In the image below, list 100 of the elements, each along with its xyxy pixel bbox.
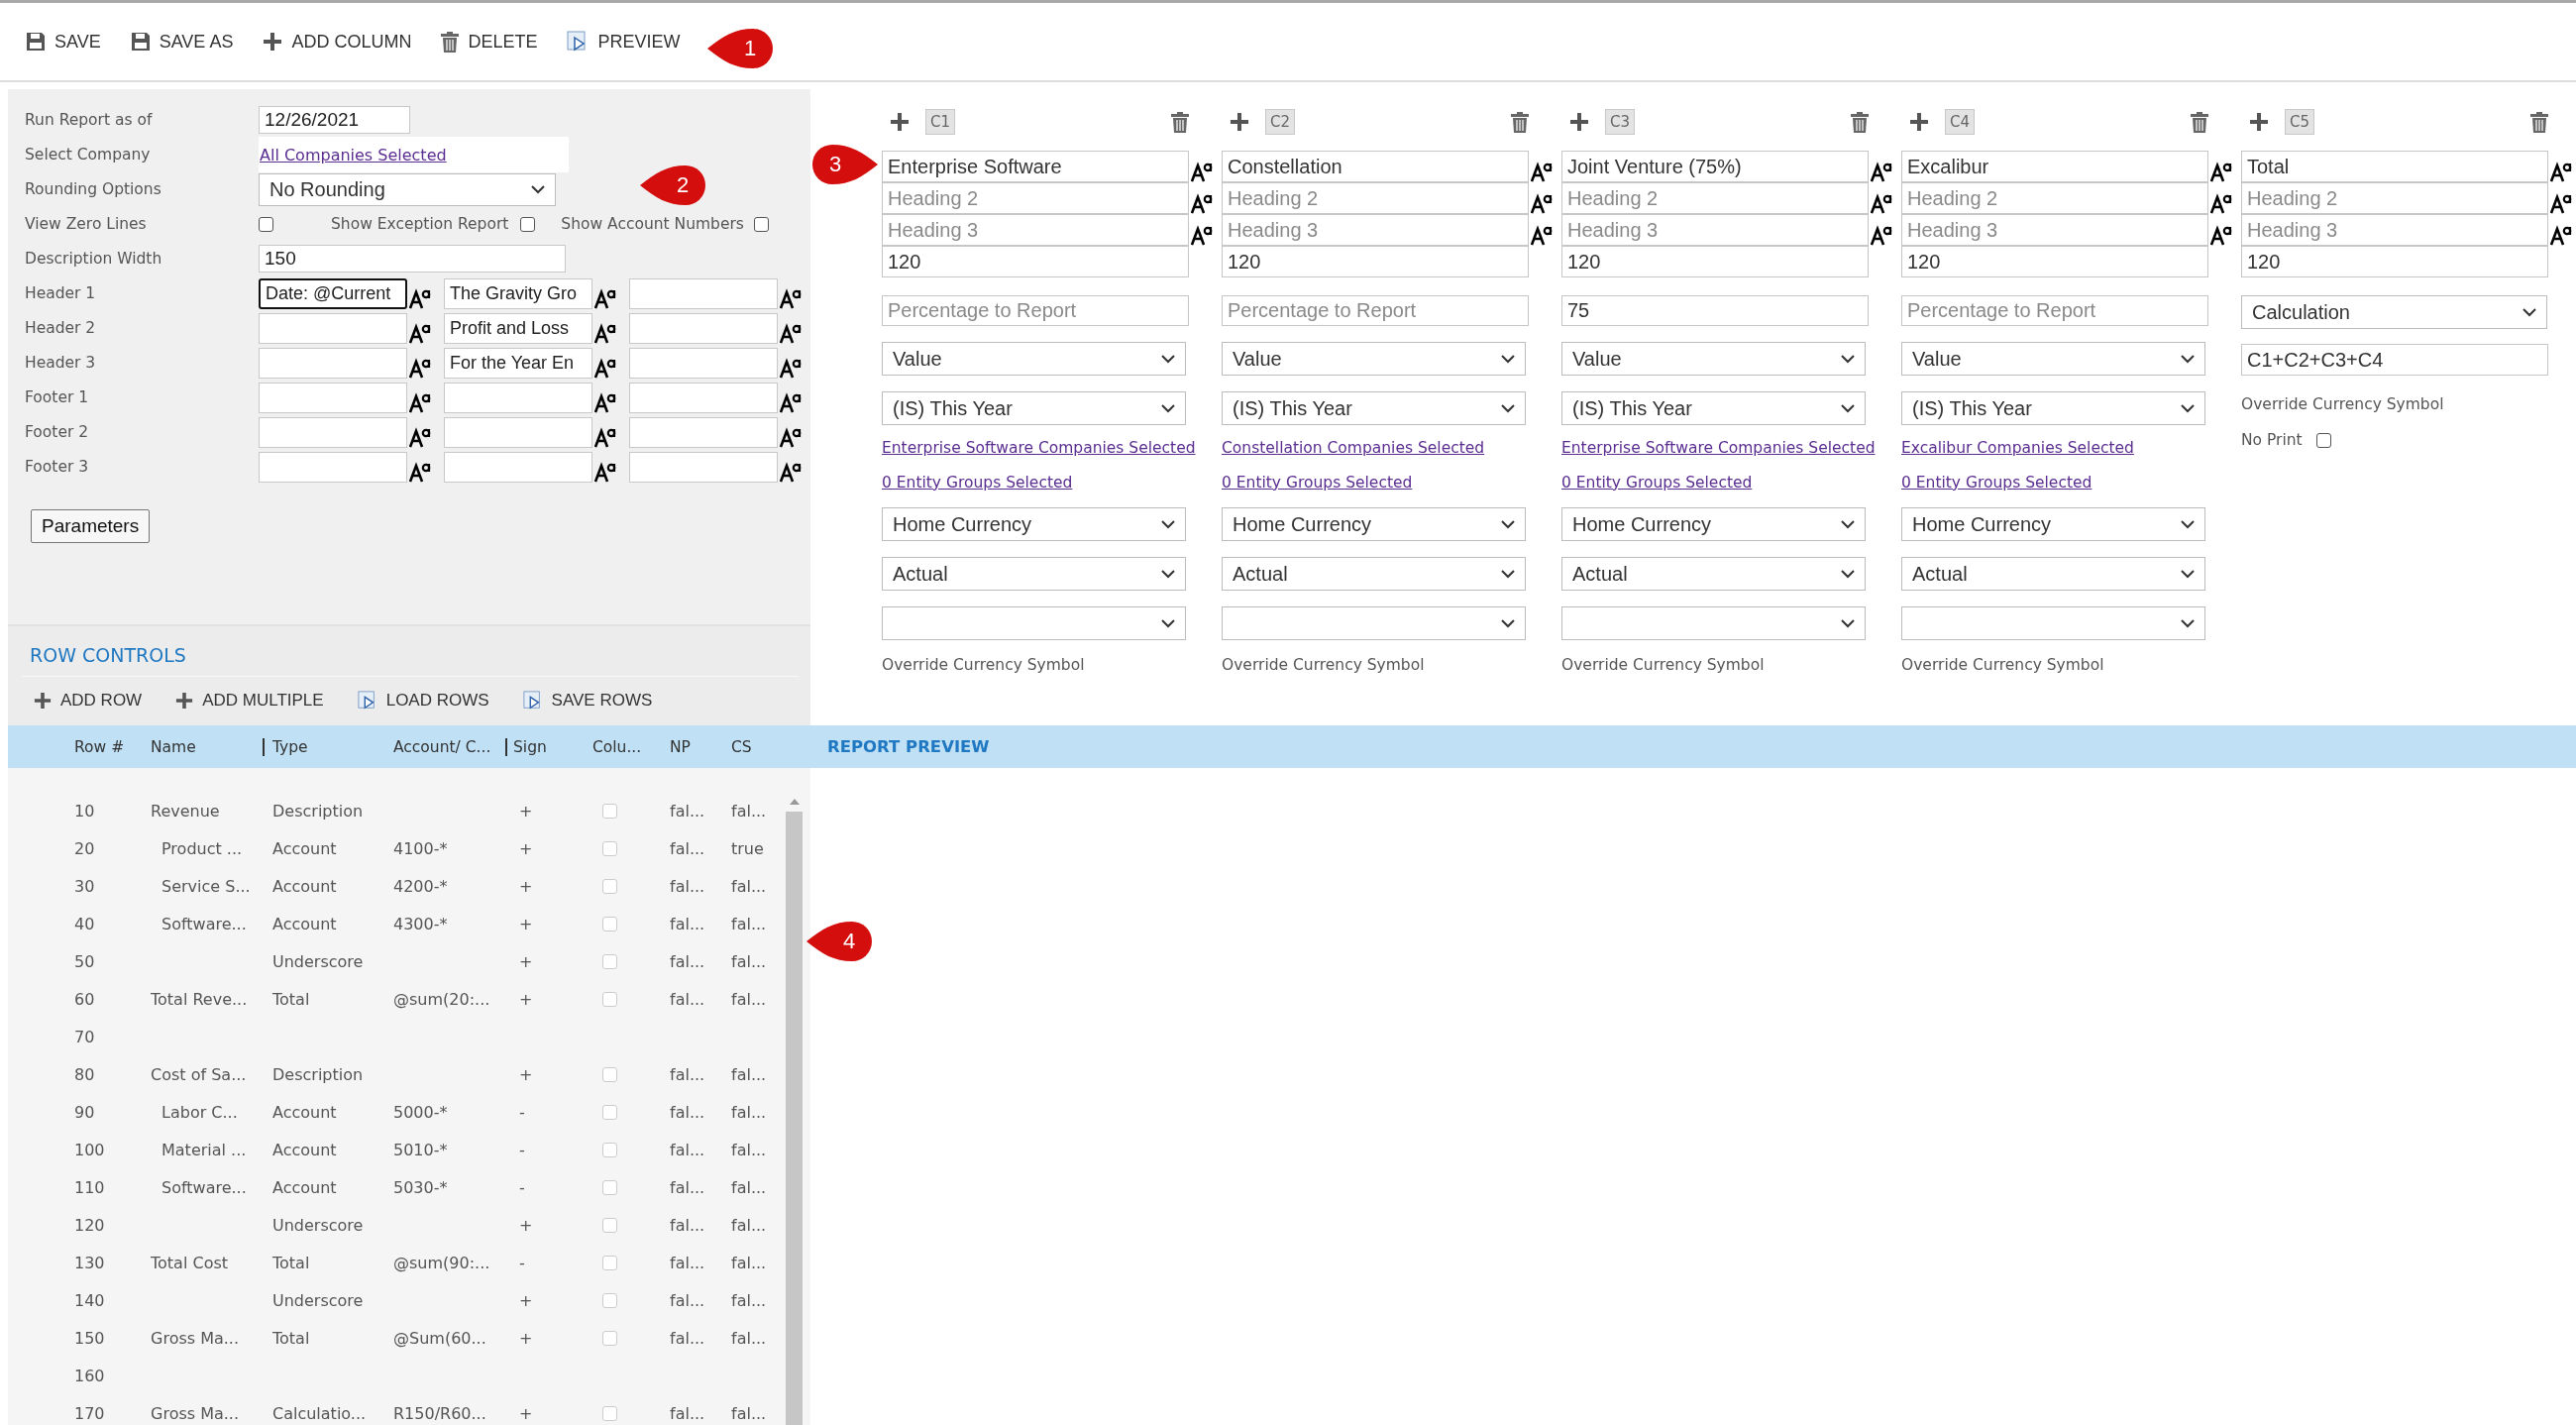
companies-link[interactable]: Enterprise Software Companies Selected bbox=[882, 439, 1196, 457]
period-dropdown[interactable]: (IS) This Year bbox=[1901, 391, 2205, 425]
period-dropdown[interactable]: (IS) This Year bbox=[882, 391, 1186, 425]
text-field[interactable]: Date: @Current bbox=[259, 277, 407, 309]
width-field[interactable]: 120 bbox=[1901, 246, 2208, 277]
column-header[interactable]: NP bbox=[670, 737, 731, 756]
text-field[interactable] bbox=[629, 312, 778, 344]
text-field[interactable]: Profit and Loss bbox=[444, 312, 592, 344]
font-size-icon[interactable] bbox=[1531, 161, 1553, 182]
width-field[interactable]: 120 bbox=[882, 246, 1189, 277]
heading-field[interactable]: Enterprise Software bbox=[882, 151, 1189, 182]
text-field[interactable] bbox=[444, 382, 592, 413]
plus-icon[interactable] bbox=[1569, 112, 1589, 132]
currency-dropdown[interactable]: Home Currency bbox=[1561, 507, 1866, 541]
trash-icon[interactable] bbox=[1511, 111, 1529, 133]
heading-field[interactable]: Heading 2 bbox=[882, 182, 1189, 214]
scenario-dropdown[interactable]: Actual bbox=[1561, 557, 1866, 591]
heading-field[interactable]: Excalibur bbox=[1901, 151, 2208, 182]
font-size-icon[interactable] bbox=[1871, 161, 1892, 182]
width-field[interactable]: 120 bbox=[1561, 246, 1869, 277]
value-type-dropdown[interactable]: Value bbox=[1901, 342, 2205, 376]
percentage-field[interactable]: Percentage to Report bbox=[1901, 295, 2208, 326]
rounding-dropdown[interactable]: No Rounding bbox=[259, 172, 556, 206]
column-header[interactable]: Type bbox=[272, 737, 393, 756]
scenario-dropdown[interactable]: Actual bbox=[1222, 557, 1526, 591]
plus-icon[interactable] bbox=[890, 112, 910, 132]
plus-icon[interactable] bbox=[2249, 112, 2269, 132]
width-field[interactable]: 120 bbox=[1222, 246, 1529, 277]
heading-field[interactable]: Constellation bbox=[1222, 151, 1529, 182]
percentage-field[interactable]: Percentage to Report bbox=[882, 295, 1189, 326]
width-field[interactable]: 120 bbox=[2241, 246, 2548, 277]
text-field[interactable] bbox=[259, 347, 407, 379]
formula-field[interactable]: C1+C2+C3+C4 bbox=[2241, 344, 2548, 376]
font-size-icon[interactable] bbox=[2550, 192, 2572, 214]
heading-field[interactable]: Heading 3 bbox=[1561, 214, 1869, 246]
text-field[interactable] bbox=[629, 451, 778, 483]
text-field[interactable]: For the Year En bbox=[444, 347, 592, 379]
font-size-icon[interactable] bbox=[1871, 224, 1892, 246]
heading-field[interactable]: Heading 3 bbox=[882, 214, 1189, 246]
parameters-button[interactable]: Parameters bbox=[31, 509, 151, 543]
text-field[interactable] bbox=[629, 277, 778, 309]
text-field[interactable] bbox=[444, 416, 592, 448]
font-size-icon[interactable] bbox=[2550, 161, 2572, 182]
font-size-icon[interactable] bbox=[1531, 224, 1553, 246]
text-field[interactable] bbox=[259, 416, 407, 448]
column-header[interactable]: Row # bbox=[74, 737, 151, 756]
column-header[interactable]: Sign bbox=[513, 737, 592, 756]
checkbox[interactable] bbox=[259, 216, 273, 232]
companies-link[interactable]: Enterprise Software Companies Selected bbox=[1561, 439, 1876, 457]
checkbox[interactable] bbox=[520, 216, 536, 232]
heading-field[interactable]: Heading 3 bbox=[1901, 214, 2208, 246]
column-header[interactable]: Account/ C... bbox=[393, 737, 507, 756]
scroll-up-icon[interactable] bbox=[788, 798, 801, 806]
companies-link[interactable]: Constellation Companies Selected bbox=[1222, 439, 1485, 457]
column-header[interactable]: CS bbox=[731, 737, 810, 756]
percentage-field[interactable]: Percentage to Report bbox=[1222, 295, 1529, 326]
toolbar-button[interactable]: ADD COLUMN bbox=[261, 27, 414, 56]
toolbar-button[interactable]: SAVE bbox=[24, 27, 103, 56]
value-type-dropdown[interactable]: Value bbox=[882, 342, 1186, 376]
period-dropdown[interactable]: (IS) This Year bbox=[1561, 391, 1866, 425]
entity-groups-link[interactable]: 0 Entity Groups Selected bbox=[1222, 474, 1413, 492]
value-type-dropdown[interactable]: Value bbox=[1222, 342, 1526, 376]
percentage-field[interactable]: 75 bbox=[1561, 295, 1869, 326]
font-size-icon[interactable] bbox=[2210, 161, 2232, 182]
text-field[interactable] bbox=[629, 347, 778, 379]
scrollbar[interactable] bbox=[786, 798, 803, 1425]
checkbox[interactable] bbox=[753, 216, 769, 232]
calculation-dropdown[interactable]: Calculation bbox=[2241, 295, 2547, 329]
heading-field[interactable]: Joint Venture (75%) bbox=[1561, 151, 1869, 182]
heading-field[interactable]: Heading 2 bbox=[2241, 182, 2548, 214]
description-width-field[interactable]: 150 bbox=[259, 245, 566, 273]
font-size-icon[interactable] bbox=[1871, 192, 1892, 214]
plus-icon[interactable] bbox=[1230, 112, 1249, 132]
heading-field[interactable]: Heading 3 bbox=[2241, 214, 2548, 246]
column-header[interactable]: Colu... bbox=[592, 737, 670, 756]
currency-dropdown[interactable]: Home Currency bbox=[882, 507, 1186, 541]
heading-field[interactable]: Heading 3 bbox=[1222, 214, 1529, 246]
entity-groups-link[interactable]: 0 Entity Groups Selected bbox=[1561, 474, 1753, 492]
scenario-dropdown[interactable]: Actual bbox=[1901, 557, 2205, 591]
scenario-dropdown[interactable]: Actual bbox=[882, 557, 1186, 591]
currency-dropdown[interactable]: Home Currency bbox=[1222, 507, 1526, 541]
text-field[interactable] bbox=[259, 382, 407, 413]
font-size-icon[interactable] bbox=[2550, 224, 2572, 246]
toolbar-button[interactable]: SAVE AS bbox=[128, 27, 236, 56]
trash-icon[interactable] bbox=[2530, 111, 2548, 133]
entity-groups-link[interactable]: 0 Entity Groups Selected bbox=[882, 474, 1073, 492]
font-size-icon[interactable] bbox=[2210, 192, 2232, 214]
text-field[interactable] bbox=[629, 416, 778, 448]
toolbar-button[interactable]: ADD ROW bbox=[32, 687, 145, 714]
companies-link[interactable]: All Companies Selected bbox=[260, 145, 447, 164]
font-size-icon[interactable] bbox=[1191, 192, 1213, 214]
font-size-icon[interactable] bbox=[1531, 192, 1553, 214]
period-dropdown[interactable]: (IS) This Year bbox=[1222, 391, 1526, 425]
text-field[interactable] bbox=[444, 451, 592, 483]
text-field[interactable]: The Gravity Gro bbox=[444, 277, 592, 309]
toolbar-button[interactable]: ADD MULTIPLE bbox=[173, 687, 326, 714]
value-type-dropdown[interactable]: Value bbox=[1561, 342, 1866, 376]
heading-field[interactable]: Heading 2 bbox=[1222, 182, 1529, 214]
text-field[interactable] bbox=[259, 312, 407, 344]
currency-dropdown[interactable]: Home Currency bbox=[1901, 507, 2205, 541]
